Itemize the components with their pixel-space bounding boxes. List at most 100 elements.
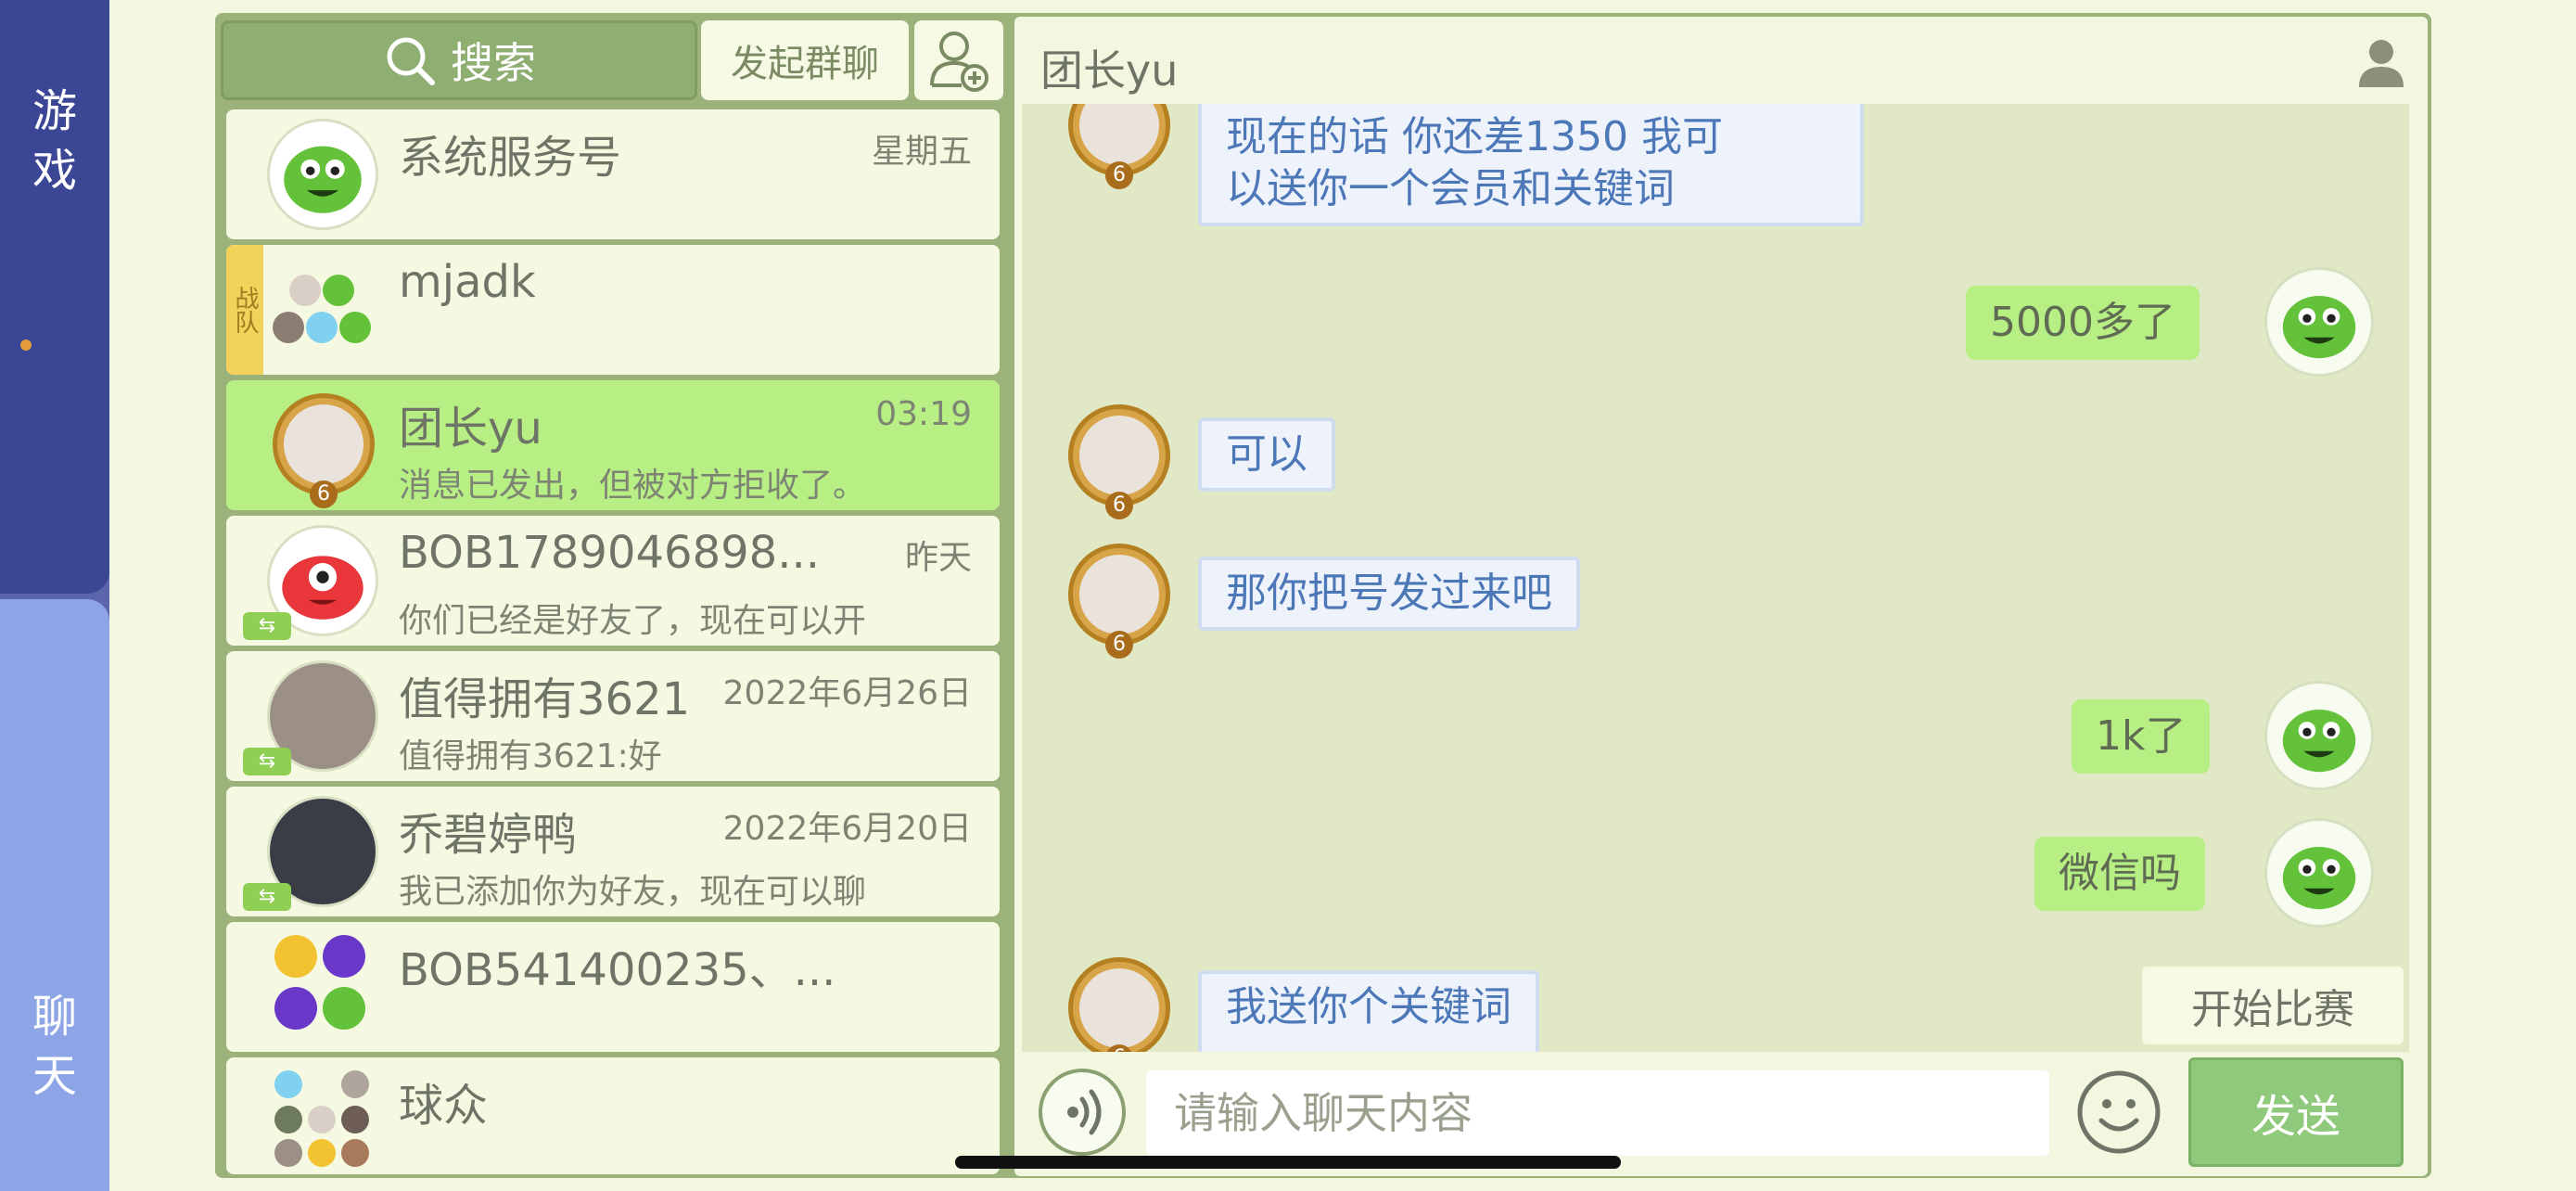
message-bubble-right[interactable]: 5000多了	[1966, 286, 2200, 360]
message-bubble-left[interactable]: 可以	[1198, 417, 1335, 492]
emoji-button[interactable]	[2075, 1069, 2162, 1156]
conversation-name: BOB1789046898...	[399, 527, 820, 579]
message-bubble-right[interactable]: 1k了	[2072, 699, 2211, 774]
friend-tag-icon: ⇆	[243, 612, 291, 640]
message-text: 5000多了	[1990, 299, 2175, 346]
friend-tag-icon: ⇆	[243, 883, 291, 911]
search-label: 搜索	[451, 38, 536, 88]
conversation-item[interactable]: 系统服务号 星期五	[226, 109, 1000, 239]
avatar	[267, 119, 378, 230]
member-avatar	[306, 312, 338, 343]
avatar	[2264, 818, 2374, 928]
add-user-icon	[930, 32, 988, 92]
group-chat-label: 发起群聊	[731, 43, 879, 85]
avatar: 6	[1063, 538, 1176, 659]
conversation-time: 昨天	[904, 539, 972, 577]
conversation-preview: 值得拥有3621:好	[399, 737, 662, 775]
green-monster-icon	[284, 146, 362, 213]
green-monster-icon	[2282, 296, 2356, 359]
member-avatar	[274, 987, 317, 1030]
search-button[interactable]: 搜索	[221, 20, 697, 100]
message-bubble-left[interactable]: 那你把号发过来吧	[1198, 557, 1580, 631]
chat-title: 团长yu	[1040, 45, 1179, 96]
member-avatar	[341, 1106, 369, 1133]
conversation-item[interactable]: ⇆ 值得拥有3621 2022年6月26日 值得拥有3621:好	[226, 651, 1000, 781]
tab-games-char-1: 游	[32, 85, 77, 137]
conversation-name: 系统服务号	[399, 132, 622, 184]
tab-chat-label: 聊 天	[0, 987, 109, 1106]
message-text: 现在的话 你还差1350 我可	[1226, 113, 1723, 160]
avatar-photo	[1079, 416, 1159, 495]
member-avatar	[274, 935, 317, 978]
profile-button[interactable]	[2357, 37, 2405, 93]
send-button[interactable]: 发送	[2188, 1057, 2404, 1167]
member-avatar	[341, 1139, 369, 1167]
avatar: 6	[1063, 104, 1176, 189]
avatar: 6	[267, 388, 380, 508]
member-avatar	[274, 1139, 302, 1167]
conversation-name: 乔碧婷鸭	[399, 809, 578, 861]
conversation-item[interactable]: 球众	[226, 1057, 1000, 1174]
level-badge: 6	[310, 480, 338, 508]
group-chat-button[interactable]: 发起群聊	[701, 20, 909, 100]
message-bubble-right[interactable]: 微信吗	[2034, 837, 2205, 911]
member-avatar	[323, 987, 365, 1030]
side-rail: 游 戏 聊 天	[0, 0, 109, 1191]
member-avatar	[323, 935, 365, 978]
voice-icon	[1067, 1089, 1102, 1135]
tab-games-label: 游 戏	[0, 82, 109, 200]
green-monster-icon	[2282, 710, 2356, 773]
member-avatar	[341, 1070, 369, 1098]
smiley-icon	[2077, 1070, 2161, 1154]
search-icon	[387, 37, 435, 85]
send-label: 发送	[2251, 1091, 2340, 1143]
green-monster-icon	[2282, 847, 2356, 910]
start-match-label: 开始比赛	[2191, 986, 2354, 1033]
conversation-item-active[interactable]: 6 团长yu 03:19 消息已发出，但被对方拒收了。	[226, 380, 1000, 510]
member-avatar	[308, 1139, 336, 1167]
tab-chat[interactable]: 聊 天	[0, 599, 109, 1191]
conversation-name: 团长yu	[399, 403, 542, 455]
conversation-name: mjadk	[399, 256, 536, 308]
conversation-name: 值得拥有3621	[399, 673, 691, 725]
chat-input[interactable]	[1146, 1070, 2049, 1156]
conversation-time: 星期五	[871, 133, 972, 171]
avatar-photo	[1079, 968, 1159, 1048]
member-avatar	[308, 1106, 336, 1133]
message-bubble-left[interactable]: 我送你个关键词	[1198, 970, 1539, 1052]
level-badge: 6	[1105, 492, 1133, 519]
conversation-item[interactable]: 战队 mjadk	[226, 245, 1000, 375]
avatar: 6	[1063, 399, 1176, 519]
conversation-time: 2022年6月26日	[722, 674, 972, 712]
member-avatar	[323, 275, 354, 306]
start-match-button[interactable]: 开始比赛	[2142, 967, 2404, 1044]
avatar: 6	[1063, 952, 1176, 1052]
tab-games[interactable]: 游 戏	[0, 0, 109, 594]
avatar-photo	[1079, 555, 1159, 634]
conversation-time: 2022年6月20日	[722, 810, 972, 848]
home-indicator[interactable]	[955, 1156, 1621, 1169]
message-text: 以送你一个会员和关键词	[1226, 165, 1675, 212]
member-avatar	[339, 312, 371, 343]
conversation-preview: 我已添加你为好友，现在可以聊	[399, 873, 867, 911]
message-text: 1k了	[2096, 712, 2187, 760]
avatar	[2264, 267, 2374, 377]
conversation-time: 03:19	[875, 395, 972, 433]
level-badge: 6	[1105, 161, 1133, 189]
message-text: 那你把号发过来吧	[1226, 570, 1552, 617]
user-profile-icon	[2359, 40, 2404, 87]
message-list[interactable]: 6 现在的话 你还差1350 我可 以送你一个会员和关键词 5000多了 6 可…	[1022, 104, 2409, 1052]
conversation-item[interactable]: ⇆ 乔碧婷鸭 2022年6月20日 我已添加你为好友，现在可以聊	[226, 787, 1000, 916]
conversation-item[interactable]: ⇆ BOB1789046898... 昨天 你们已经是好友了，现在可以开	[226, 516, 1000, 646]
voice-button[interactable]	[1039, 1069, 1126, 1156]
message-bubble-left[interactable]: 现在的话 你还差1350 我可 以送你一个会员和关键词	[1198, 104, 1864, 226]
member-avatar	[274, 1070, 302, 1098]
tab-chat-char-2: 天	[32, 1050, 77, 1102]
avatar-photo	[284, 404, 363, 484]
member-avatar	[273, 312, 304, 343]
member-avatar	[289, 275, 321, 306]
level-badge: 6	[1105, 631, 1133, 659]
conversation-name: 球众	[399, 1080, 489, 1132]
add-friend-button[interactable]	[914, 20, 1003, 100]
conversation-item[interactable]: BOB541400235、...	[226, 922, 1000, 1052]
